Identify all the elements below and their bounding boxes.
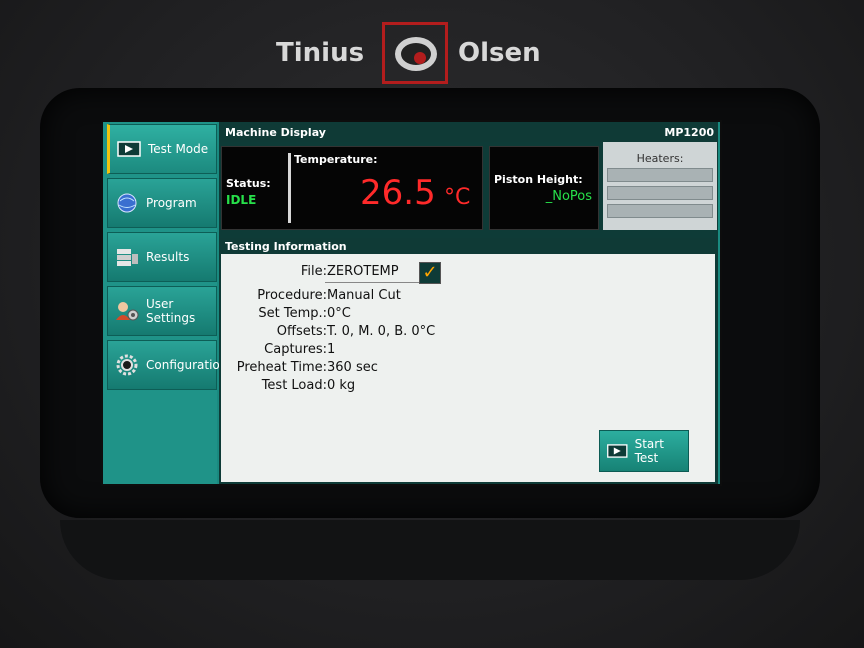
play-icon <box>117 141 141 157</box>
info-value: 0°C <box>327 306 351 321</box>
start-test-button[interactable]: Start Test <box>599 430 689 472</box>
info-value: Manual Cut <box>327 288 401 303</box>
sidebar-item-label: Results <box>146 250 190 264</box>
info-key: Captures: <box>264 342 327 357</box>
file-underline <box>325 282 431 283</box>
machine-display-header: Machine Display MP1200 <box>219 124 718 142</box>
heaters-panel: Heaters: <box>603 142 717 230</box>
brand-header: Tinius Olsen <box>0 22 864 84</box>
piston-height-label: Piston Height: <box>494 173 583 186</box>
main-panel: Machine Display MP1200 Status: IDLE Temp… <box>219 122 718 484</box>
temperature-unit: °C <box>444 185 471 210</box>
info-key: Test Load: <box>261 378 327 393</box>
divider <box>288 153 291 223</box>
file-select-check-icon[interactable]: ✓ <box>419 262 441 284</box>
info-value: 360 sec <box>327 360 378 375</box>
temperature-label: Temperature: <box>294 153 378 166</box>
sidebar-item-program[interactable]: Program <box>107 178 217 228</box>
gear-icon <box>116 354 138 376</box>
sidebar-item-user-settings[interactable]: User Settings <box>107 286 217 336</box>
brand-word-left: Tinius <box>276 38 365 68</box>
sidebar-item-label: User Settings <box>146 297 195 325</box>
piston-height-value: _NoPos <box>545 189 592 204</box>
sidebar-item-results[interactable]: Results <box>107 232 217 282</box>
user-settings-icon <box>116 302 139 321</box>
globe-icon <box>117 193 137 213</box>
start-test-label: Start Test <box>634 437 664 465</box>
brand-logo-icon <box>382 22 448 84</box>
status-temperature-display: Status: IDLE Temperature: 26.5 °C <box>221 146 483 230</box>
info-value: 0 kg <box>327 378 356 393</box>
brand-word-right: Olsen <box>458 38 541 68</box>
heater-bar-bottom <box>607 204 713 218</box>
testing-info-panel: File: ZEROTEMP ✓ Procedure: Manual Cut S… <box>221 254 715 482</box>
heater-bar-middle <box>607 186 713 200</box>
info-key: Preheat Time: <box>236 360 327 375</box>
status-value: IDLE <box>226 193 257 207</box>
info-key: Offsets: <box>276 324 327 339</box>
play-icon <box>607 444 628 458</box>
info-key: Set Temp.: <box>258 306 327 321</box>
file-value[interactable]: ZEROTEMP <box>327 264 399 279</box>
sidebar-item-label-line2: Settings <box>146 311 196 325</box>
heater-bar-top <box>607 168 713 182</box>
sidebar: Test Mode Program Results User Settings … <box>103 122 227 484</box>
sidebar-item-configuration[interactable]: Configuration <box>107 340 227 390</box>
sidebar-item-label: Test Mode <box>148 142 209 156</box>
info-key: File: <box>300 264 327 279</box>
info-value: T. 0, M. 0, B. 0°C <box>327 324 436 339</box>
info-key: Procedure: <box>257 288 327 303</box>
results-icon <box>117 249 138 266</box>
device-lower-bezel <box>60 520 800 580</box>
touch-screen: Test Mode Program Results User Settings … <box>103 122 720 484</box>
piston-height-display: Piston Height: _NoPos <box>489 146 599 230</box>
sidebar-item-test-mode[interactable]: Test Mode <box>107 124 217 174</box>
sidebar-item-label: Program <box>146 196 197 210</box>
status-label: Status: <box>226 177 271 190</box>
temperature-value: 26.5 <box>360 173 436 213</box>
heaters-label: Heaters: <box>636 152 684 165</box>
machine-display-title: Machine Display <box>225 126 326 139</box>
sidebar-item-label: Configuration <box>146 358 228 372</box>
model-label: MP1200 <box>664 126 714 139</box>
info-value: 1 <box>327 342 336 357</box>
sidebar-item-label-line1: User <box>146 297 174 311</box>
